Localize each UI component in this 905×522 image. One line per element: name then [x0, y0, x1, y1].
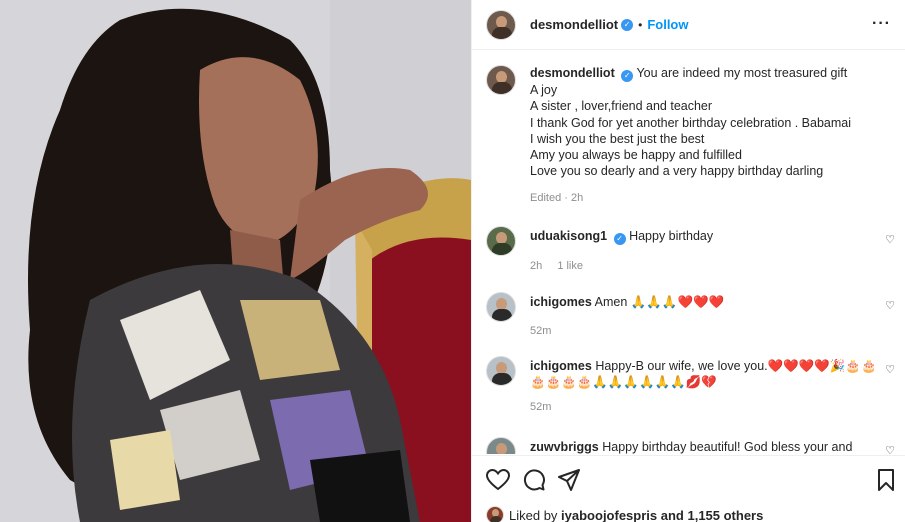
comment-avatar[interactable] — [486, 356, 516, 386]
verified-icon: ✓ — [613, 233, 626, 245]
post-modal: desmondelliot ✓ • Follow ··· desmondelli… — [0, 0, 905, 522]
author-avatar[interactable] — [486, 9, 516, 40]
caption: desmondelliot ✓ You are indeed my most t… — [486, 65, 895, 206]
bookmark-icon[interactable] — [877, 469, 895, 494]
verified-icon: ✓ — [621, 18, 634, 31]
comment-username[interactable]: ichigomes — [530, 359, 592, 373]
caption-username[interactable]: desmondelliot — [530, 66, 615, 80]
comment-icon[interactable] — [523, 469, 545, 494]
liked-by-user[interactable]: iyaboojofespris — [561, 508, 657, 522]
post-sidebar: desmondelliot ✓ • Follow ··· desmondelli… — [471, 0, 905, 522]
comment-avatar[interactable] — [486, 437, 516, 454]
author-username[interactable]: desmondelliot — [530, 17, 618, 32]
caption-line: Amy you always be happy and fulfilled — [530, 148, 742, 163]
verified-icon: ✓ — [621, 70, 634, 82]
caption-line: A sister , lover,friend and teacher — [530, 99, 713, 114]
more-icon[interactable]: ··· — [872, 16, 891, 32]
separator-dot: • — [638, 17, 643, 32]
caption-line: I wish you the best just the best — [530, 131, 705, 146]
comment-time: 52m — [530, 325, 552, 338]
liked-by-prefix: Liked by — [509, 507, 558, 522]
comment-likes[interactable]: 1 like — [557, 260, 583, 272]
comment-avatar[interactable] — [486, 292, 516, 322]
comment-username[interactable]: uduakisong1 — [530, 229, 607, 243]
comment-body: Amen 🙏🙏🙏❤️❤️❤️ — [594, 295, 725, 309]
comment-avatar[interactable] — [486, 226, 516, 256]
liked-by-others[interactable]: and 1,155 others — [661, 508, 764, 522]
heart-icon[interactable] — [485, 468, 511, 494]
liked-by: Liked by iyaboojofespris and 1,155 other… — [486, 506, 763, 522]
comment-item: uduakisong1 ✓ Happy birthday 2h 1 like ♡ — [486, 226, 895, 274]
caption-avatar[interactable] — [486, 65, 516, 95]
comment-heart-icon[interactable]: ♡ — [885, 363, 895, 376]
portrait-image — [0, 0, 471, 522]
comment-body: Happy birthday — [629, 229, 714, 243]
comment-username[interactable]: zuwvbriggs — [530, 440, 599, 454]
comment-time: 2h — [530, 260, 543, 272]
action-bar — [472, 455, 905, 505]
comment-item: ichigomes Amen 🙏🙏🙏❤️❤️❤️ 52m ♡ — [486, 292, 895, 340]
post-header: desmondelliot ✓ • Follow ··· — [472, 0, 905, 50]
comment-text: uduakisong1 ✓ Happy birthday 2h 1 like — [530, 226, 878, 274]
comment-item: zuwvbriggs Happy birthday beautiful! God… — [486, 437, 895, 454]
caption-line: I thank God for yet another birthday cel… — [530, 115, 852, 130]
caption-meta: Edited · 2h — [530, 191, 584, 204]
caption-line: Love you so dearly and a very happy birt… — [530, 164, 824, 179]
caption-line: A joy — [530, 83, 558, 97]
liker-avatar[interactable] — [486, 506, 504, 522]
comment-time: 52m — [530, 400, 552, 413]
comment-text: zuwvbriggs Happy birthday beautiful! God… — [530, 437, 878, 454]
comment-heart-icon[interactable]: ♡ — [885, 444, 895, 454]
caption-text: desmondelliot ✓ You are indeed my most t… — [530, 65, 878, 206]
comment-heart-icon[interactable]: ♡ — [885, 299, 895, 312]
comment-username[interactable]: ichigomes — [530, 295, 592, 309]
comment-body: Happy birthday beautiful! God bless your… — [602, 440, 853, 454]
comment-text: ichigomes Amen 🙏🙏🙏❤️❤️❤️ 52m — [530, 292, 878, 340]
follow-button[interactable]: Follow — [647, 17, 688, 32]
share-icon[interactable] — [558, 469, 580, 494]
caption-line: You are indeed my most treasured gift — [636, 66, 848, 80]
comment-item: ichigomes Happy-B our wife, we love you.… — [486, 356, 895, 415]
comments-list[interactable]: desmondelliot ✓ You are indeed my most t… — [472, 51, 905, 454]
comment-text: ichigomes Happy-B our wife, we love you.… — [530, 356, 878, 415]
comment-heart-icon[interactable]: ♡ — [885, 233, 895, 246]
post-photo[interactable] — [0, 0, 471, 522]
